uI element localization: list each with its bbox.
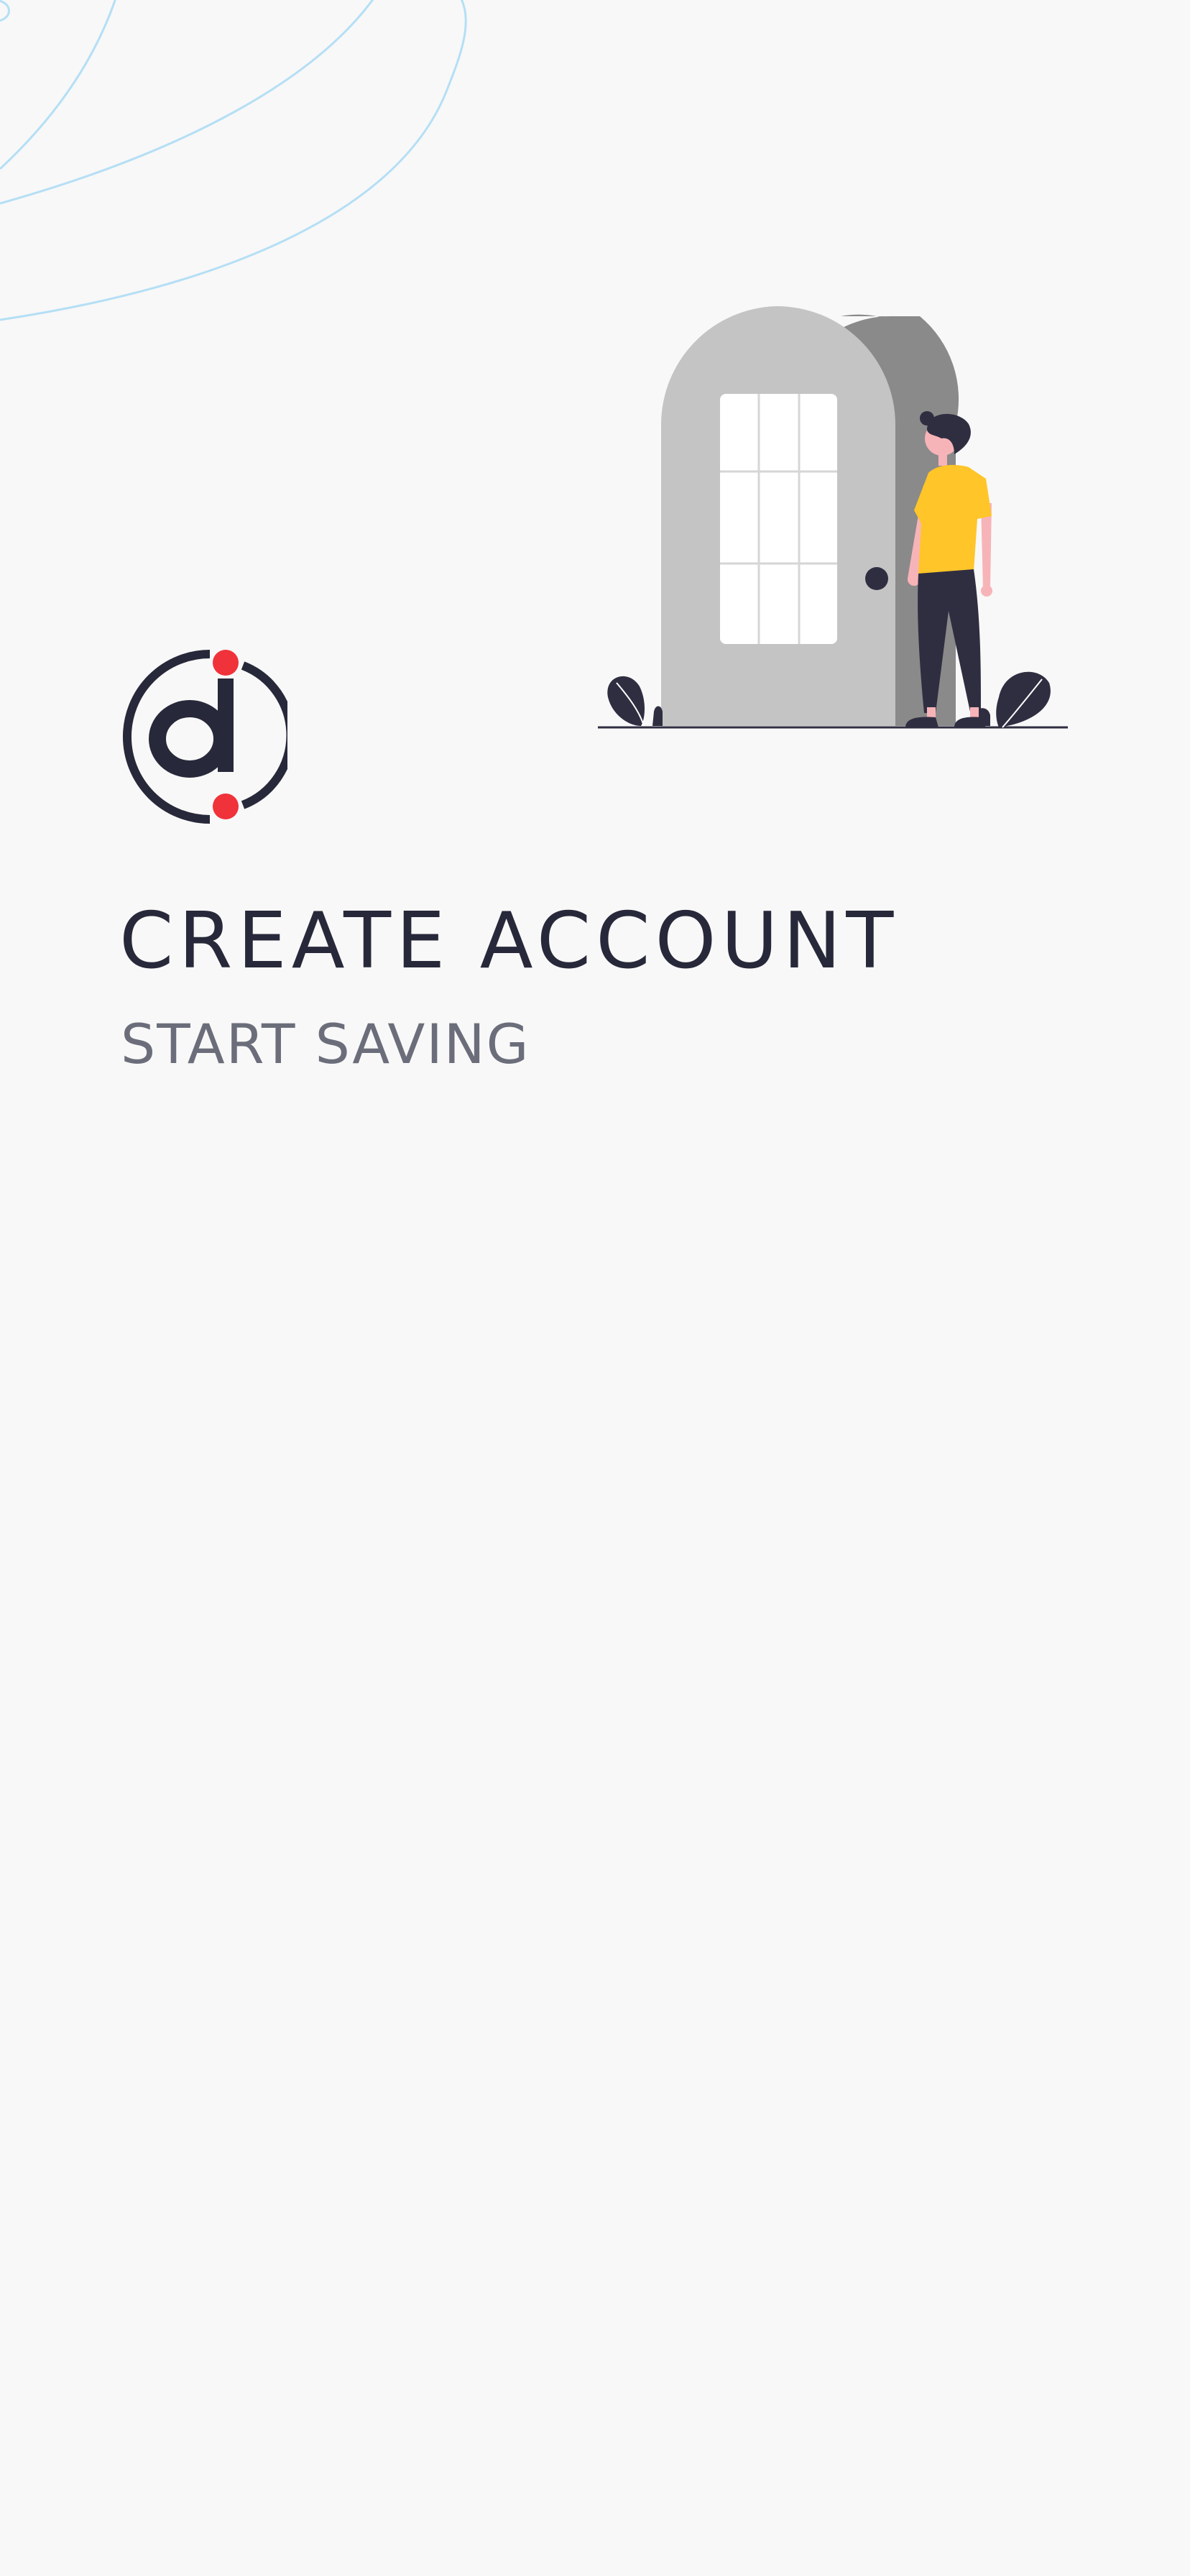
person-at-door-illustration	[598, 305, 1068, 729]
decorative-curves	[0, 0, 467, 321]
d-logo-icon	[123, 650, 287, 824]
page-title: CREATE ACCOUNT	[119, 896, 899, 986]
page-subtitle: START SAVING	[121, 1012, 530, 1076]
